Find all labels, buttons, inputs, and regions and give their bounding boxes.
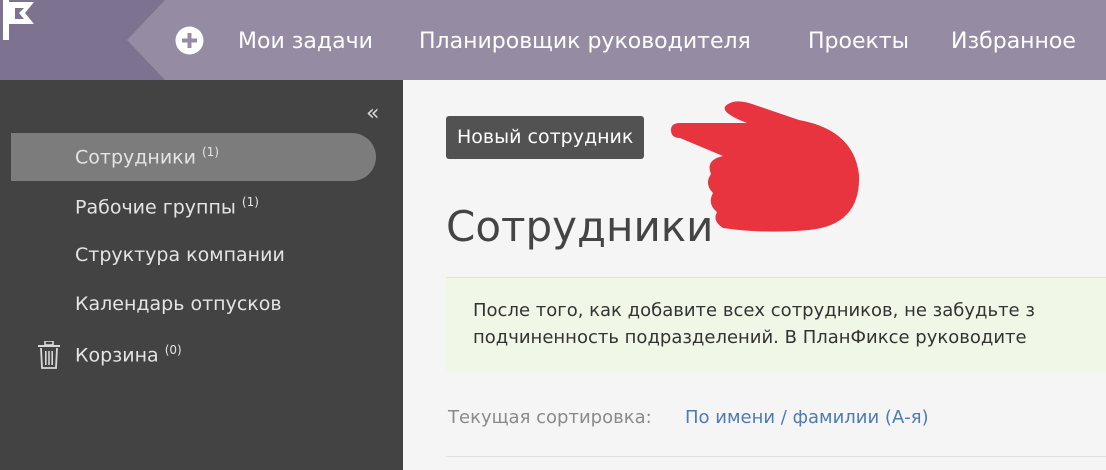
sidebar-item-label: Структура компании: [75, 244, 285, 266]
page-title: Сотрудники: [446, 202, 714, 251]
sidebar: « Сотрудники (1) Рабочие группы (1) Структ…: [0, 80, 403, 470]
sidebar-item-label: Календарь отпусков: [75, 293, 282, 315]
sidebar-item-count: (1): [241, 195, 259, 209]
sidebar-item-label: Рабочие группы (1): [75, 195, 259, 219]
logo[interactable]: [0, 0, 165, 80]
main-content: Новый сотрудник Сотрудники После того, к…: [416, 80, 1106, 470]
plus-circle-icon[interactable]: [175, 26, 204, 55]
collapse-sidebar-icon[interactable]: «: [366, 103, 379, 125]
sidebar-item-count: (1): [202, 145, 219, 159]
sidebar-item-label: Сотрудники (1): [75, 145, 219, 169]
sidebar-item-label: Корзина (0): [75, 343, 182, 367]
sort-selector-link[interactable]: По имени / фамилии (А-я): [685, 407, 929, 428]
top-bar: Мои задачи Планировщик руководителя Прое…: [0, 0, 1106, 80]
sidebar-item-trash[interactable]: Корзина (0): [11, 331, 376, 379]
divider: [446, 456, 1106, 457]
nav-my-tasks[interactable]: Мои задачи: [238, 28, 373, 56]
nav-manager-planner[interactable]: Планировщик руководителя: [419, 28, 751, 56]
sort-label: Текущая сортировка:: [448, 407, 652, 428]
flag-icon: [3, 0, 34, 40]
info-notice: После того, как добавите всех сотруднико…: [446, 277, 1106, 372]
notice-line: подчиненность подразделений. В ПланФиксе…: [473, 327, 1027, 348]
new-employee-button[interactable]: Новый сотрудник: [446, 116, 645, 159]
nav-favorites[interactable]: Избранное: [951, 28, 1076, 56]
nav-projects[interactable]: Проекты: [808, 28, 909, 56]
notice-line: После того, как добавите всех сотруднико…: [473, 300, 1035, 321]
sidebar-item-count: (0): [164, 343, 182, 357]
sidebar-item-company-structure[interactable]: Структура компании: [11, 232, 376, 280]
sidebar-item-work-groups[interactable]: Рабочие группы (1): [11, 183, 376, 231]
sidebar-item-vacation-calendar[interactable]: Календарь отпусков: [11, 281, 376, 329]
trash-icon: [38, 341, 60, 369]
sidebar-item-employees[interactable]: Сотрудники (1): [11, 133, 376, 181]
